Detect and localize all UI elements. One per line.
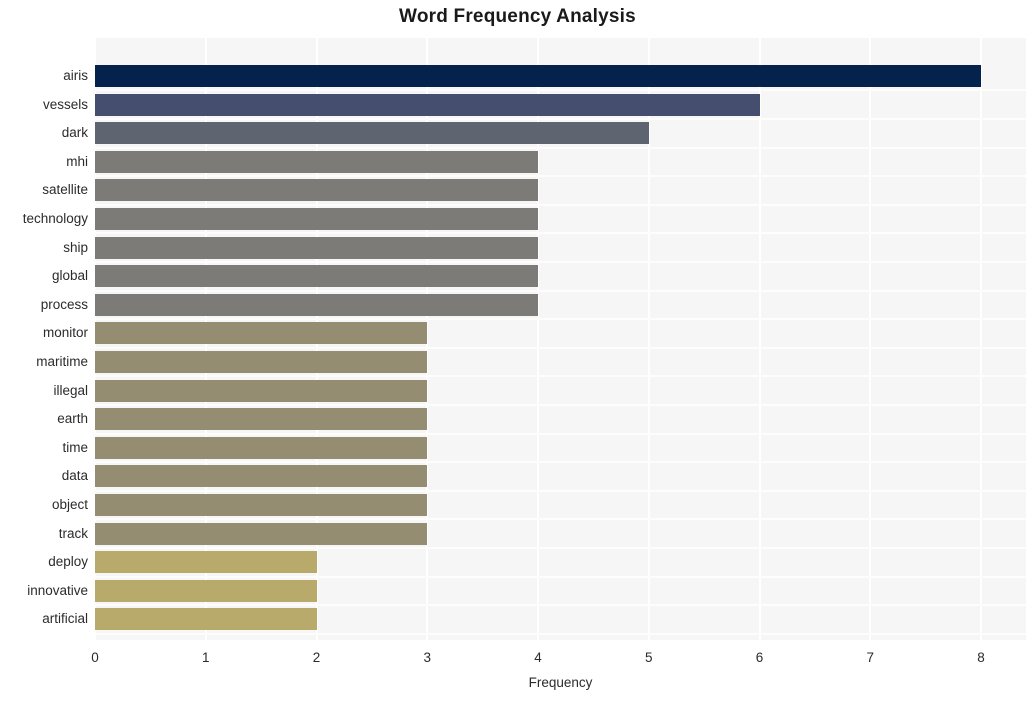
x-axis-tick-label: 8 xyxy=(977,650,985,665)
x-axis-title: Frequency xyxy=(528,675,593,690)
x-axis-tick-label: 2 xyxy=(312,650,321,665)
x-axis-tick-label: 6 xyxy=(755,650,764,665)
x-axis-tick-label: 1 xyxy=(201,650,210,665)
x-axis-tick-label: 0 xyxy=(91,650,99,665)
x-axis-tick-group: 0 1 2 3 4 5 6 7 8 xyxy=(0,0,1035,701)
x-axis-tick-label: 3 xyxy=(423,650,431,665)
chart-figure: Word Frequency Analysis airis vessels dark… xyxy=(0,0,1035,701)
x-axis-tick-label: 5 xyxy=(644,650,653,665)
x-axis-tick-label: 4 xyxy=(534,650,542,665)
x-axis-tick-label: 7 xyxy=(866,650,874,665)
